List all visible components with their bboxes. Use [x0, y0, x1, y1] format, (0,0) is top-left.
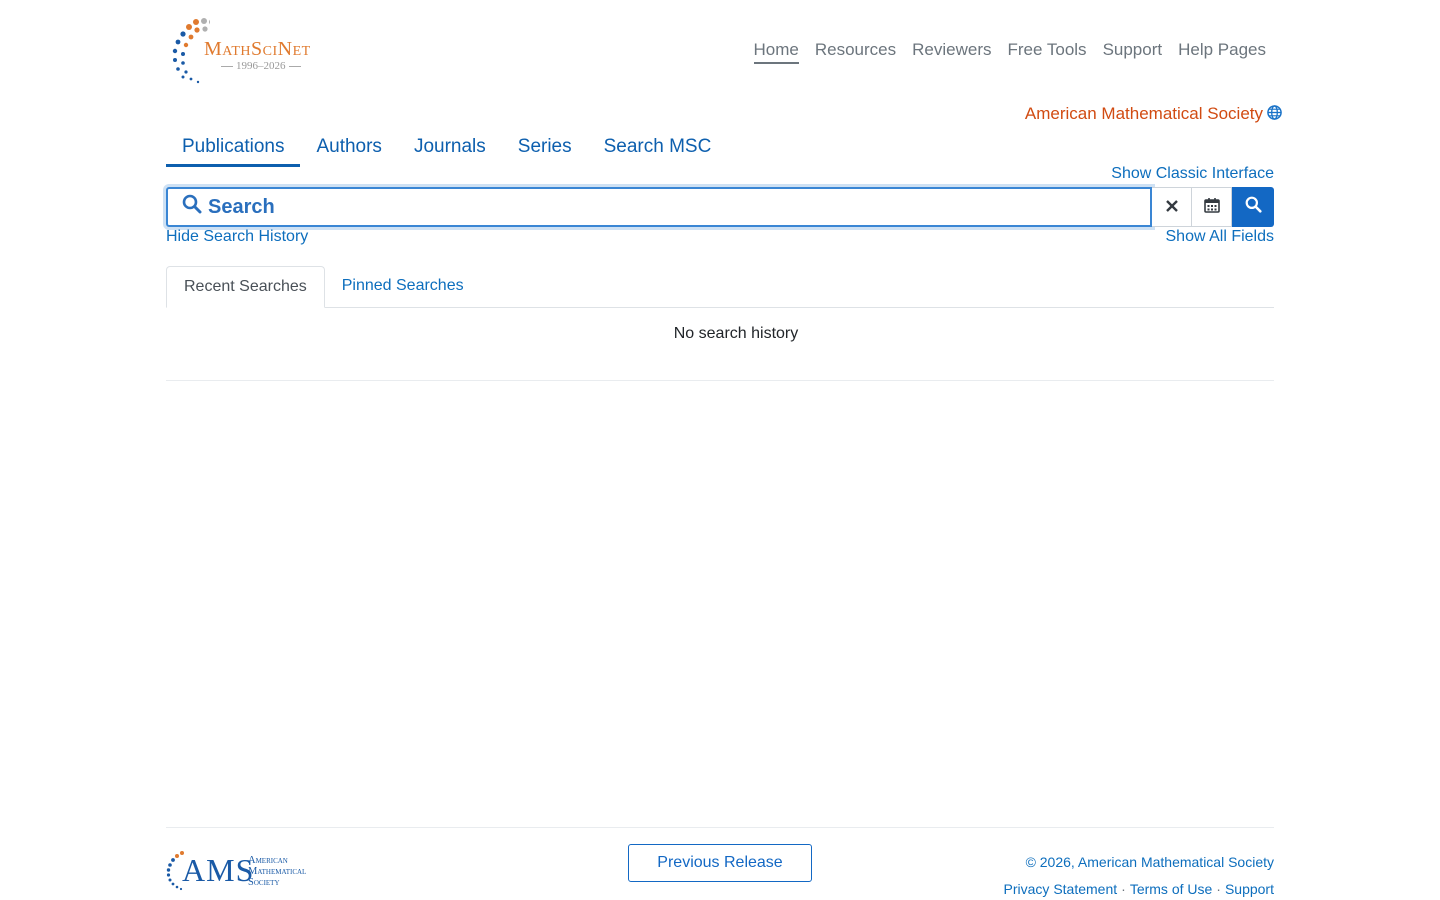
tab-search-msc[interactable]: Search MSC — [588, 134, 728, 167]
calendar-icon — [1203, 197, 1220, 218]
tab-journals[interactable]: Journals — [398, 134, 502, 167]
ams-logo-words: American Mathematical Society — [248, 855, 306, 888]
privacy-statement-link[interactable]: Privacy Statement — [1004, 881, 1118, 897]
show-classic-interface-link[interactable]: Show Classic Interface — [1111, 165, 1274, 183]
previous-release-button[interactable]: Previous Release — [628, 844, 812, 882]
no-search-history-message: No search history — [673, 325, 799, 342]
ams-logo-letters: AMS — [182, 852, 255, 888]
footer-divider — [166, 827, 1274, 828]
footer-separator: · — [1216, 881, 1221, 897]
footer-support-link[interactable]: Support — [1225, 881, 1274, 897]
tab-pinned-searches[interactable]: Pinned Searches — [325, 266, 481, 307]
close-icon — [1165, 197, 1179, 218]
search-icon — [182, 194, 202, 220]
footer-separator: · — [1121, 881, 1126, 897]
mathscinet-logo[interactable]: MathSciNet 1996–2026 — [170, 16, 330, 86]
tab-series[interactable]: Series — [502, 134, 588, 167]
ams-footer-logo[interactable]: AMS American Mathematical Society — [166, 850, 346, 894]
tab-recent-searches[interactable]: Recent Searches — [166, 266, 325, 308]
footer-links: Privacy Statement · Terms of Use · Support — [1004, 881, 1274, 897]
ams-site-link[interactable]: American Mathematical Society — [1025, 104, 1282, 124]
ams-site-link-label: American Mathematical Society — [1024, 104, 1263, 123]
terms-of-use-link[interactable]: Terms of Use — [1130, 881, 1212, 897]
nav-resources[interactable]: Resources — [815, 40, 896, 64]
nav-support[interactable]: Support — [1103, 40, 1163, 64]
ams-word-society: Society — [248, 877, 280, 888]
logo-years: 1996–2026 — [218, 60, 304, 72]
tab-authors[interactable]: Authors — [300, 134, 397, 167]
nav-home[interactable]: Home — [753, 40, 799, 64]
globe-icon — [1267, 104, 1282, 124]
history-tabs: Recent Searches Pinned Searches — [166, 266, 1274, 308]
section-divider — [166, 380, 1274, 381]
ams-word-american: American — [248, 855, 288, 866]
nav-help-pages[interactable]: Help Pages — [1178, 40, 1266, 64]
search-field-wrapper — [166, 187, 1152, 227]
tab-publications[interactable]: Publications — [166, 134, 301, 167]
search-bar — [166, 187, 1274, 227]
top-navigation: Home Resources Reviewers Free Tools Supp… — [753, 40, 1266, 64]
show-all-fields-link[interactable]: Show All Fields — [1166, 228, 1275, 246]
nav-reviewers[interactable]: Reviewers — [912, 40, 991, 64]
clear-search-button[interactable] — [1152, 187, 1192, 227]
search-input[interactable] — [208, 195, 1150, 219]
search-submit-button[interactable] — [1232, 187, 1274, 227]
search-icon — [1245, 196, 1262, 218]
logo-wordmark: MathSciNet — [204, 38, 311, 60]
hide-search-history-link[interactable]: Hide Search History — [166, 228, 308, 246]
ams-word-mathematical: Mathematical — [248, 866, 307, 877]
date-filter-button[interactable] — [1192, 187, 1232, 227]
copyright-link[interactable]: © 2026, American Mathematical Society — [1026, 854, 1274, 870]
nav-free-tools[interactable]: Free Tools — [1008, 40, 1087, 64]
search-category-tabs: Publications Authors Journals Series Sea… — [166, 134, 727, 167]
